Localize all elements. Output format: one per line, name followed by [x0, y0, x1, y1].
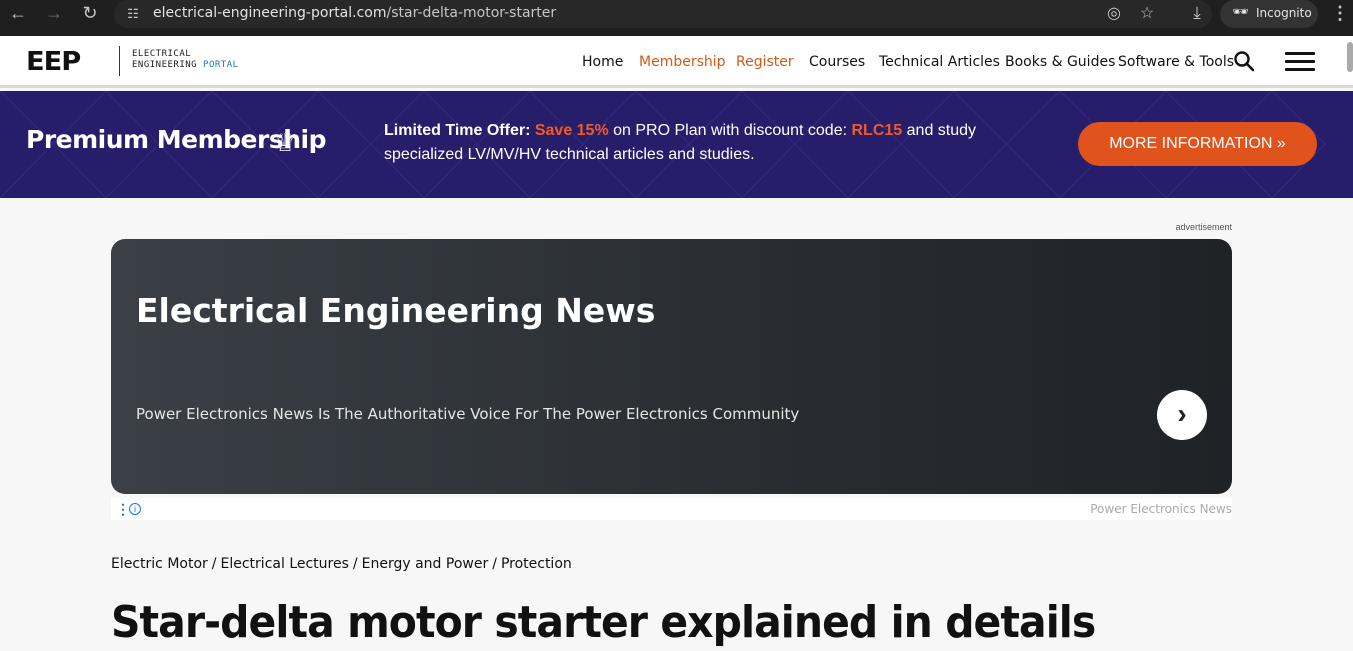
nav-register[interactable]: Register: [736, 36, 794, 88]
category-breadcrumb: Electric Motor / Electrical Lectures / Energ…: [111, 556, 572, 572]
back-icon[interactable]: ←: [4, 0, 32, 26]
ad-card[interactable]: Electrical Engineering News Power Electr…: [111, 239, 1232, 494]
crown-icon: ♕: [274, 129, 297, 157]
page-scrollbar[interactable]: [1347, 42, 1353, 72]
chevron-right-icon[interactable]: ›: [1157, 390, 1207, 440]
url-path: /star-delta-motor-starter: [386, 5, 557, 21]
logo-line-1: ELECTRICAL: [132, 49, 192, 59]
ad-info-icon[interactable]: i: [129, 503, 141, 515]
incognito-badge[interactable]: 🕶 Incognito: [1220, 0, 1318, 28]
nav-software-tools[interactable]: Software & Tools: [1118, 36, 1234, 88]
advertisement-label: advertisement: [1175, 222, 1232, 232]
search-icon[interactable]: [1233, 50, 1255, 72]
category-energy-and-power[interactable]: Energy and Power: [362, 556, 489, 572]
ad-title[interactable]: Electrical Engineering News: [136, 291, 655, 330]
logo-line-2: ENGINEERING: [132, 60, 204, 70]
ad-options-icon[interactable]: ⋮: [116, 500, 130, 518]
reload-icon[interactable]: ↻: [76, 0, 104, 26]
offer-code: RLC15: [851, 122, 903, 139]
logo-line-2-portal: PORTAL: [203, 60, 239, 70]
breadcrumb-separator: /: [492, 556, 497, 572]
logo-subtitle: ELECTRICAL ENGINEERING PORTAL: [132, 49, 239, 71]
nav-home[interactable]: Home: [582, 36, 623, 88]
offer-text: Limited Time Offer: Save 15% on PRO Plan…: [384, 119, 1024, 167]
download-icon[interactable]: ⤓: [1184, 0, 1210, 26]
article-title: Star-delta motor starter explained in de…: [111, 597, 1096, 648]
ad-brand[interactable]: Power Electronics News: [1090, 502, 1232, 516]
more-information-button[interactable]: MORE INFORMATION »: [1078, 122, 1317, 166]
site-header: EEP ELECTRICAL ENGINEERING PORTAL Home M…: [0, 36, 1353, 88]
offer-lead: Limited Time Offer:: [384, 122, 531, 139]
incognito-label: Incognito: [1256, 6, 1312, 20]
url-text[interactable]: electrical-engineering-portal.com/star-d…: [153, 0, 556, 28]
star-icon[interactable]: ☆: [1135, 3, 1159, 25]
logo-separator: [119, 46, 120, 76]
eye-off-icon[interactable]: ◎: [1102, 3, 1126, 25]
address-bar[interactable]: ☷ electrical-engineering-portal.com/star…: [114, 0, 1212, 28]
forward-icon[interactable]: →: [40, 0, 68, 26]
hamburger-menu-icon[interactable]: [1285, 52, 1315, 72]
browser-toolbar: ← → ↻ ☷ electrical-engineering-portal.co…: [0, 0, 1353, 36]
premium-banner: Premium Membership ♕ Limited Time Offer:…: [0, 91, 1353, 198]
breadcrumb-separator: /: [352, 556, 358, 572]
nav-technical-articles[interactable]: Technical Articles: [879, 36, 1000, 88]
category-electrical-lectures[interactable]: Electrical Lectures: [221, 556, 349, 572]
category-electric-motor[interactable]: Electric Motor: [111, 556, 208, 572]
nav-books-guides[interactable]: Books & Guides: [1005, 36, 1115, 88]
incognito-icon: 🕶: [1232, 5, 1249, 20]
category-protection[interactable]: Protection: [501, 556, 572, 572]
nav-membership[interactable]: Membership: [639, 36, 726, 88]
url-host: electrical-engineering-portal.com: [153, 5, 387, 21]
breadcrumb-separator: /: [211, 556, 217, 572]
offer-mid: on PRO Plan with discount code:: [613, 122, 848, 139]
ad-footer: ⋮ i Power Electronics News: [111, 498, 1232, 520]
kebab-menu-icon[interactable]: ⋮: [1330, 0, 1350, 26]
site-info-icon[interactable]: ☷: [124, 5, 142, 23]
nav-courses[interactable]: Courses: [809, 36, 865, 88]
offer-save: Save 15%: [534, 122, 609, 139]
logo-letters: EEP: [26, 47, 81, 77]
ad-subtitle[interactable]: Power Electronics News Is The Authoritat…: [136, 405, 799, 423]
